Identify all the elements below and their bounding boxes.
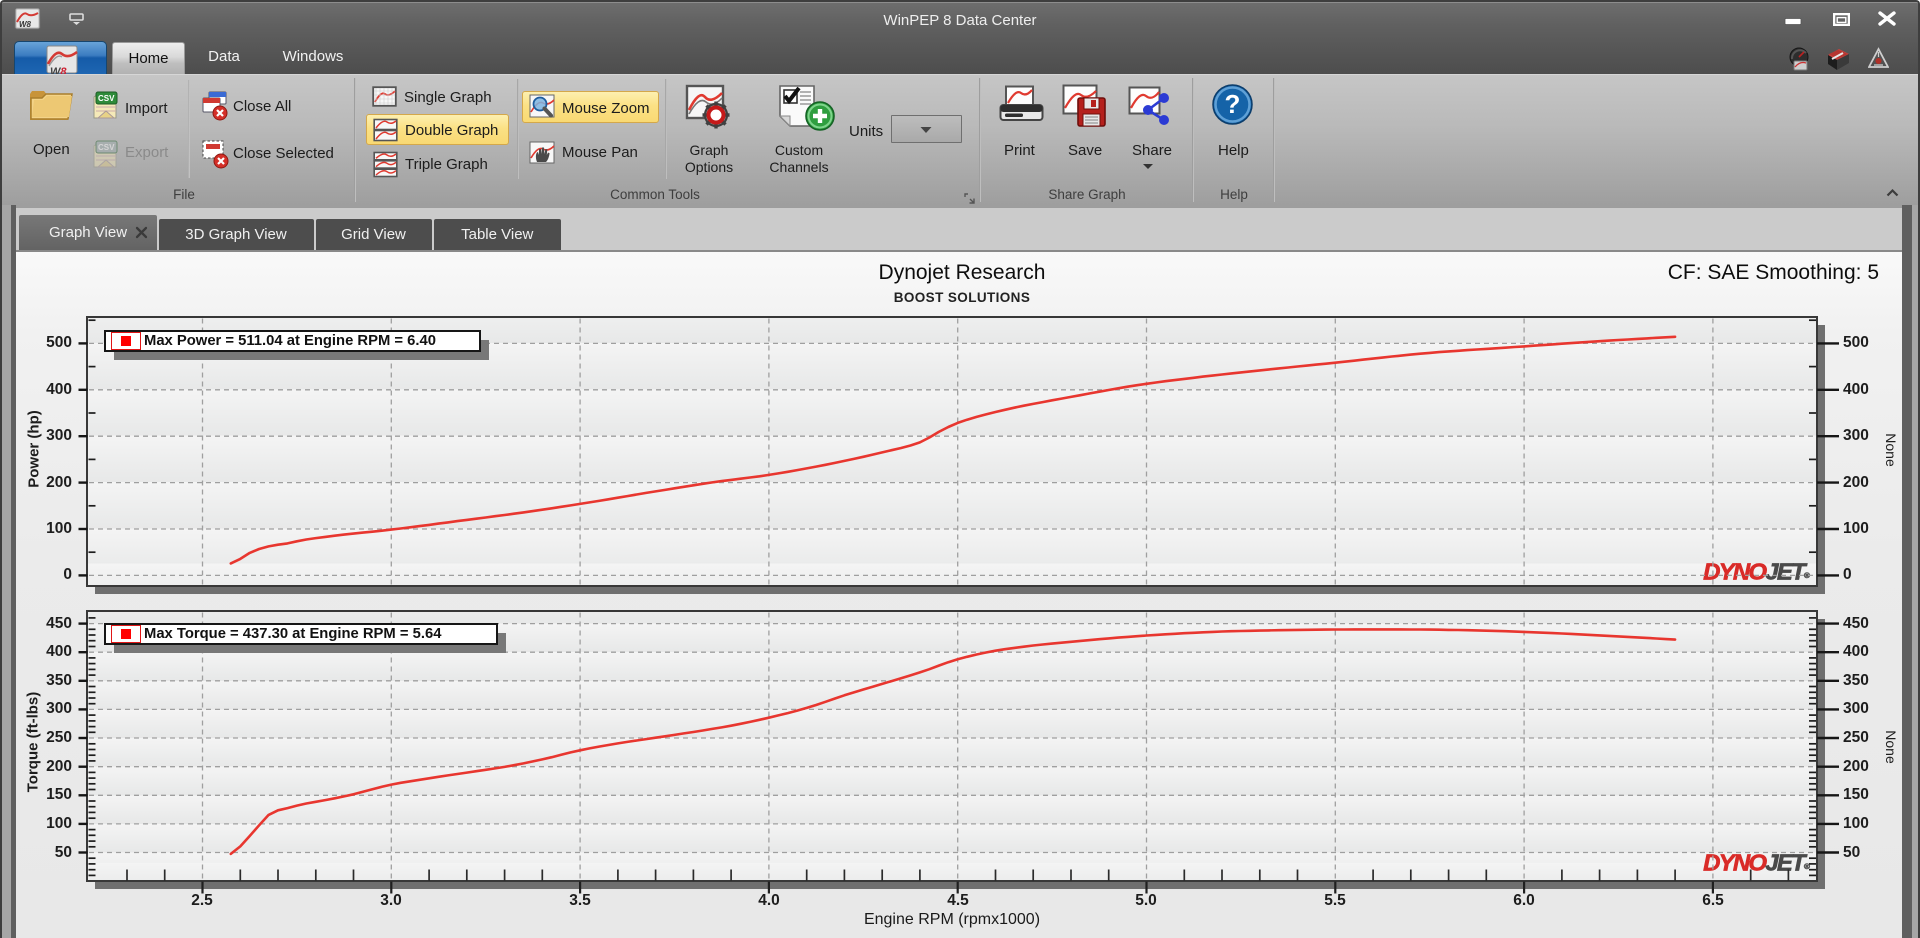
- svg-text:CSV: CSV: [98, 94, 115, 103]
- svg-text:?: ?: [1225, 89, 1241, 119]
- svg-text:CSV: CSV: [98, 143, 115, 152]
